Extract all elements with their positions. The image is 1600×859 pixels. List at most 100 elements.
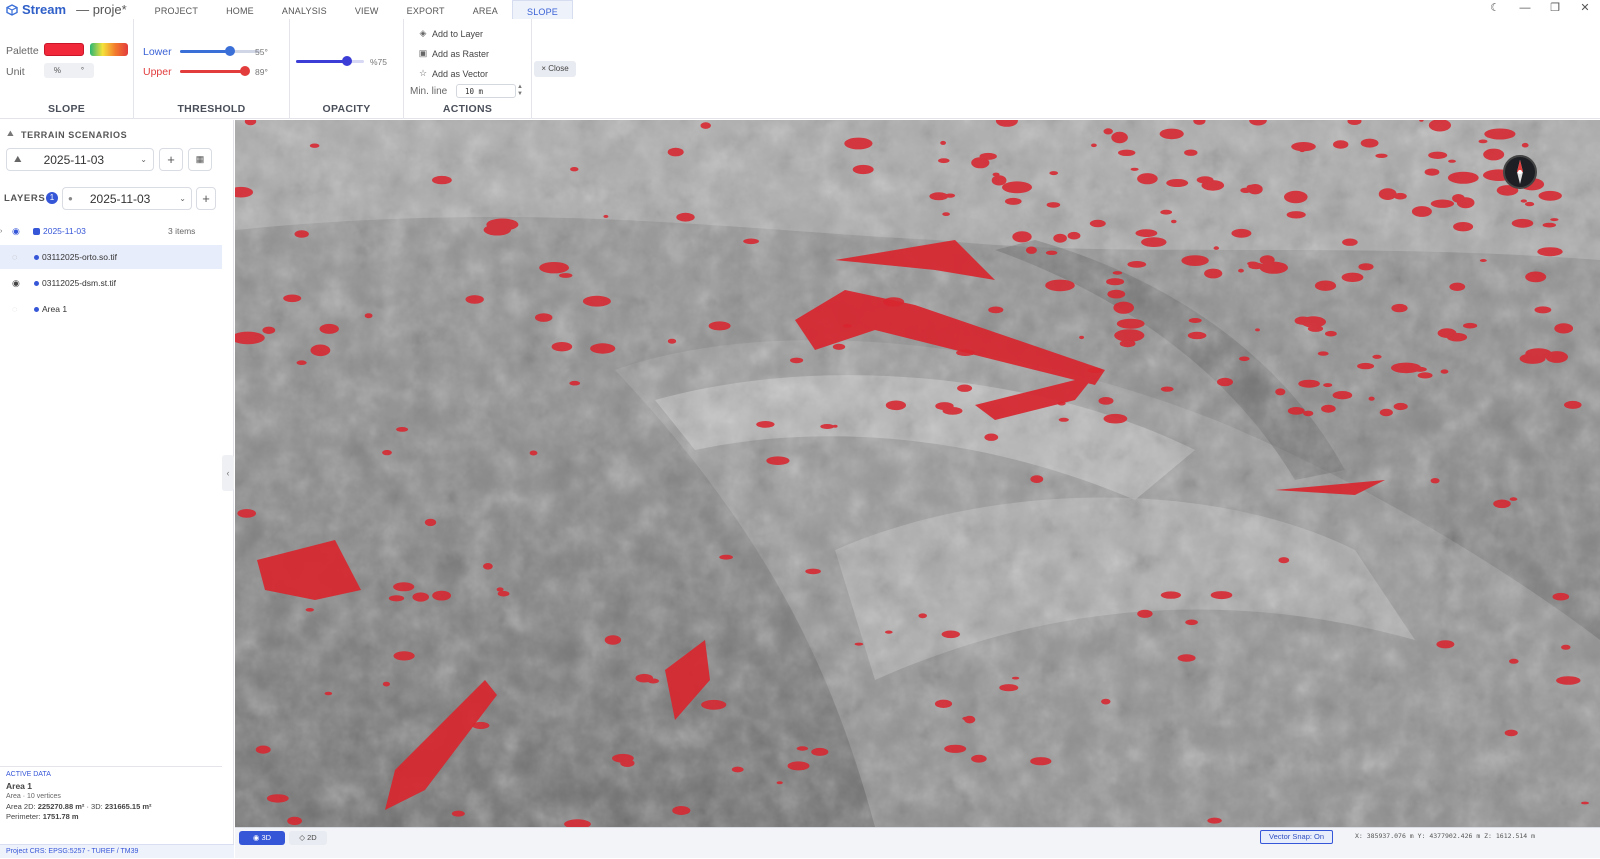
globe-icon: ●: [68, 194, 73, 203]
ribbon-tabs: PROJECT HOME ANALYSIS VIEW EXPORT AREA S…: [141, 0, 574, 19]
tab-slope[interactable]: SLOPE: [512, 0, 574, 19]
lower-slider-knob[interactable]: [224, 46, 235, 56]
tab-export[interactable]: EXPORT: [393, 0, 459, 19]
opacity-group-title: OPACITY: [322, 103, 371, 115]
vector-snap-toggle[interactable]: Vector Snap: On: [1260, 830, 1334, 844]
slope-ribbon: Palette Unit % ° SLOPE Lower 55° Upper 8…: [0, 19, 1600, 119]
close-slope-button[interactable]: × Close: [534, 61, 576, 77]
cube-icon: ◉: [252, 833, 260, 842]
brand: Stream — proje*: [0, 0, 127, 19]
lower-value: 55°: [255, 47, 268, 57]
area-prefix: Area 2D:: [6, 802, 38, 811]
upper-slider-knob[interactable]: [240, 66, 251, 76]
min-line-input[interactable]: [456, 84, 516, 98]
app-name: Stream: [22, 2, 67, 17]
chevron-down-icon: ⌄: [140, 155, 147, 164]
add-terrain-button[interactable]: +: [159, 148, 183, 171]
layers-selected-value: 2025-11-03: [89, 191, 151, 206]
min-line-stepper[interactable]: ▲ ▼: [517, 84, 523, 98]
lower-slider-track[interactable]: [180, 50, 260, 53]
eye-icon[interactable]: ◉: [12, 278, 20, 289]
min-line-label: Min. line: [410, 86, 448, 97]
unit-degree-option[interactable]: °: [81, 66, 84, 75]
upper-label: Upper: [143, 66, 172, 78]
cursor-coordinates: X: 385937.076 m Y: 4377902.426 m Z: 1612…: [1355, 832, 1536, 840]
perimeter-prefix: Perimeter:: [6, 812, 43, 821]
layer-group-row[interactable]: › ◉ 2025-11-03 3 items: [0, 219, 222, 243]
chevron-right-icon[interactable]: ›: [0, 228, 2, 235]
active-data-title: ACTIVE DATA: [6, 771, 51, 778]
layers-icon: ◈: [419, 28, 427, 38]
active-data-perimeter: Perimeter: 1751.78 m: [6, 812, 79, 821]
opacity-value: %75: [370, 57, 388, 67]
layer-row-area[interactable]: ◌ Area 1: [0, 297, 222, 321]
upper-slider-track[interactable]: [180, 70, 246, 73]
palette-label: Palette: [6, 45, 39, 57]
eye-off-icon[interactable]: ◌: [12, 304, 17, 314]
terrain-3d-viewport[interactable]: [235, 120, 1600, 827]
lower-label: Lower: [143, 46, 172, 58]
terrain-scenario-select[interactable]: ⛰ 2025-11-03 ⌄: [6, 148, 154, 171]
opacity-slider-knob[interactable]: [342, 56, 352, 66]
mountain-icon: ⛰: [14, 154, 22, 164]
tab-home[interactable]: HOME: [212, 0, 268, 19]
sidebar-collapse-handle[interactable]: ‹: [222, 455, 234, 491]
layer-color-swatch: [33, 227, 40, 235]
eye-off-icon[interactable]: ◌: [12, 252, 17, 262]
tab-view[interactable]: VIEW: [341, 0, 393, 19]
grid-icon[interactable]: ▦: [188, 148, 212, 171]
eye-icon[interactable]: ◉: [12, 226, 20, 237]
chevron-down-icon: ⌄: [179, 194, 186, 203]
map-icon: ◇: [299, 833, 306, 842]
layers-title: LAYERS: [4, 193, 46, 204]
terrain-icon: ⛰: [7, 129, 14, 138]
view-2d-button[interactable]: ◇ 2D: [289, 831, 327, 845]
compass-icon[interactable]: [1503, 155, 1537, 189]
unit-toggle: % °: [44, 63, 94, 78]
theme-toggle-icon[interactable]: ☾: [1480, 0, 1510, 19]
actions-group-title: ACTIONS: [442, 103, 493, 115]
actions-group: ◈ Add to Layer ▣ Add as Raster ☆ Add as …: [404, 19, 532, 119]
layer-row-orto[interactable]: ◌ 03112025-orto.so.tif: [0, 245, 222, 269]
tab-analysis[interactable]: ANALYSIS: [268, 0, 341, 19]
area-separator: · 3D:: [84, 802, 105, 811]
app-logo-icon: [6, 3, 18, 16]
active-data-panel: ACTIVE DATA Area 1 Area · 10 vertices Ar…: [0, 766, 222, 830]
add-as-vector-label: Add as Vector: [432, 68, 489, 79]
layer-dot: [34, 306, 39, 312]
perimeter-value: 1751.78 m: [42, 812, 79, 821]
active-data-sub: Area · 10 vertices: [6, 793, 61, 800]
opacity-group: %75 OPACITY: [290, 19, 404, 119]
tab-area[interactable]: AREA: [459, 0, 512, 19]
close-window-button[interactable]: ✕: [1570, 0, 1600, 19]
upper-value: 89°: [255, 67, 268, 77]
minimize-button[interactable]: —: [1510, 0, 1540, 19]
terrain-scenarios-title: TERRAIN SCENARIOS: [21, 130, 128, 140]
maximize-button[interactable]: ❐: [1540, 0, 1570, 19]
unit-percent-option[interactable]: %: [54, 66, 61, 75]
add-layer-button[interactable]: +: [196, 187, 216, 210]
unit-label: Unit: [6, 66, 25, 78]
tab-project[interactable]: PROJECT: [141, 0, 212, 19]
layers-count-badge: 1: [46, 192, 58, 204]
add-as-raster-button[interactable]: ▣ Add as Raster: [418, 48, 489, 59]
layer-row-dsm[interactable]: ◉ 03112025-dsm.st.tif: [0, 271, 222, 295]
slope-group-title: SLOPE: [47, 103, 86, 115]
add-as-raster-label: Add as Raster: [432, 48, 490, 59]
area-2d-value: 225270.88 m²: [37, 802, 85, 811]
opacity-slider-track[interactable]: [296, 60, 364, 63]
layer-label-orto: 03112025-orto.so.tif: [42, 252, 117, 262]
terrain-selected-value: 2025-11-03: [43, 152, 105, 167]
layers-scenario-select[interactable]: ● 2025-11-03 ⌄: [62, 187, 192, 210]
threshold-group-title: THRESHOLD: [177, 103, 246, 115]
layer-label-dsm: 03112025-dsm.st.tif: [42, 278, 117, 288]
add-to-layer-button[interactable]: ◈ Add to Layer: [418, 28, 484, 39]
view-3d-button[interactable]: ◉ 3D: [239, 831, 285, 845]
palette-red-swatch[interactable]: [44, 43, 84, 56]
project-crs-bar[interactable]: Project CRS: EPSG:5257 - TUREF / TM39: [0, 844, 234, 858]
project-name: — proje*: [76, 2, 127, 17]
layer-group-label: 2025-11-03: [43, 226, 86, 236]
layer-dot: [34, 280, 39, 286]
palette-gradient-swatch[interactable]: [90, 43, 128, 56]
add-as-vector-button[interactable]: ☆ Add as Vector: [418, 68, 488, 79]
